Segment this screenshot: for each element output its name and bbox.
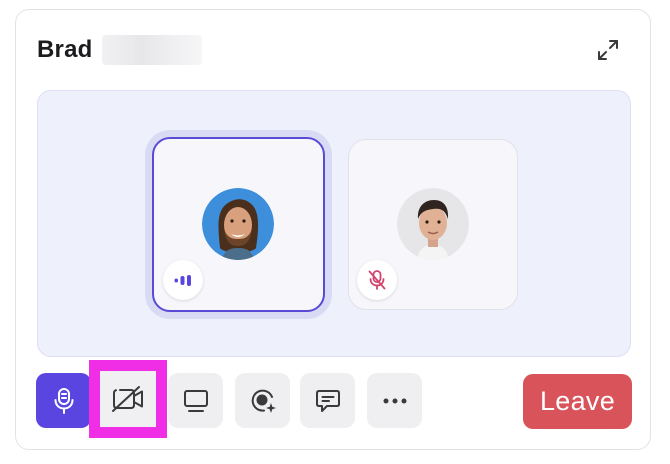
- camera-off-icon: [112, 386, 143, 412]
- mic-icon: [54, 387, 73, 414]
- leave-button[interactable]: Leave: [523, 374, 632, 429]
- more-options-button[interactable]: [367, 373, 422, 428]
- camera-toggle-button[interactable]: [89, 360, 167, 438]
- video-stage: [37, 90, 631, 357]
- avatar: [202, 188, 274, 260]
- mic-button[interactable]: [36, 373, 91, 428]
- speaking-indicator-icon: [174, 275, 191, 286]
- muted-indicator: [357, 260, 397, 300]
- participant-tile[interactable]: [348, 139, 518, 310]
- speaking-indicator: [163, 260, 203, 300]
- screen-share-button[interactable]: [168, 373, 223, 428]
- mic-off-icon: [368, 270, 386, 290]
- more-icon: [383, 398, 406, 403]
- avatar: [397, 188, 469, 260]
- expand-icon[interactable]: [596, 38, 620, 62]
- call-title: Brad: [37, 36, 93, 63]
- chat-button[interactable]: [300, 373, 355, 428]
- participant-tile-speaking[interactable]: [152, 137, 325, 312]
- effects-button[interactable]: [235, 373, 290, 428]
- chat-icon: [315, 389, 340, 412]
- redacted-name: [102, 35, 202, 65]
- effects-icon: [251, 389, 276, 413]
- screen-share-icon: [183, 389, 208, 412]
